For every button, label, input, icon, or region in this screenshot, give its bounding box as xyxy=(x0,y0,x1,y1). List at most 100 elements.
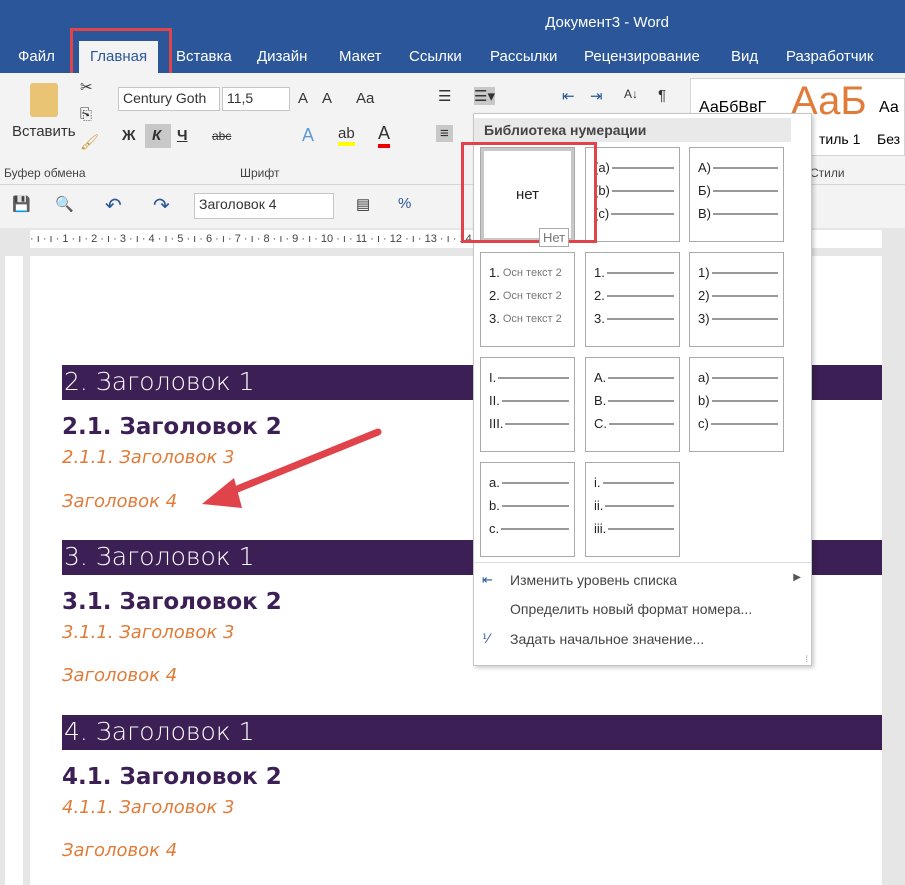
set-value-icon: ⅟ xyxy=(482,631,490,646)
align-left-icon[interactable]: ≡ xyxy=(436,125,453,142)
numbering-format-cell[interactable]: i. ii. iii. xyxy=(585,462,680,557)
format-painter-icon[interactable]: 🖌 xyxy=(80,133,99,151)
heading-3[interactable]: 4.1.1. Заголовок 3 xyxy=(62,797,234,818)
format-line: iii. xyxy=(594,521,674,536)
numbering-format-cell[interactable]: (a) (b) (c) xyxy=(585,147,680,242)
format-line: 3) xyxy=(698,311,778,326)
paste-button[interactable]: Вставить xyxy=(12,123,76,140)
format-line: 3. Осн текст 2 xyxy=(489,311,562,326)
numbering-format-cell[interactable]: A) Б) В) xyxy=(689,147,784,242)
highlight-none-cell xyxy=(461,142,597,243)
shrink-font-icon[interactable]: A xyxy=(322,90,332,107)
increase-indent-icon[interactable]: ⇥ xyxy=(590,87,603,105)
format-line: B. xyxy=(594,393,674,408)
format-line: C. xyxy=(594,416,674,431)
vertical-ruler[interactable] xyxy=(5,256,23,885)
format-line: b) xyxy=(698,393,778,408)
font-group-label: Шрифт xyxy=(240,166,280,180)
format-line: (c) xyxy=(594,206,674,221)
format-line: II. xyxy=(489,393,569,408)
change-case-icon[interactable]: Aa xyxy=(356,90,374,107)
format-line: I. xyxy=(489,370,569,385)
highlight-icon[interactable]: ab xyxy=(338,125,355,146)
print-preview-icon[interactable]: 🔍 xyxy=(55,195,74,213)
tab-view[interactable]: Вид xyxy=(731,48,758,65)
format-line: a. xyxy=(489,475,569,490)
clear-format-icon[interactable]: % xyxy=(398,195,411,212)
strikethrough-button[interactable]: abc xyxy=(212,129,231,143)
decrease-indent-icon[interactable]: ⇤ xyxy=(562,87,575,105)
numbering-format-cell[interactable]: 1. 2. 3. xyxy=(585,252,680,347)
heading-2[interactable]: 4.1. Заголовок 2 xyxy=(62,764,282,790)
tab-references[interactable]: Ссылки xyxy=(409,48,462,65)
list-icon[interactable]: ▤ xyxy=(356,195,370,213)
format-line: III. xyxy=(489,416,569,431)
paste-icon xyxy=(30,83,58,117)
font-size-field[interactable]: 11,5 xyxy=(222,87,290,111)
change-level-icon: ⇤ xyxy=(482,572,493,587)
format-line: В) xyxy=(698,206,778,221)
styles-group-label: Стили xyxy=(810,166,845,180)
style-select[interactable]: Заголовок 4 xyxy=(194,193,334,219)
menu-item-define-format[interactable]: Определить новый формат номера... xyxy=(510,601,752,617)
style-preview[interactable]: Аа xyxy=(879,99,899,117)
numbering-format-cell[interactable]: A. B. C. xyxy=(585,357,680,452)
numbering-format-cell[interactable]: 1) 2) 3) xyxy=(689,252,784,347)
format-line: 2. Осн текст 2 xyxy=(489,288,562,303)
heading-4[interactable]: Заголовок 4 xyxy=(62,840,177,861)
text-effects-icon[interactable]: A xyxy=(302,125,314,146)
heading-1[interactable]: 4. Заголовок 1 xyxy=(62,715,882,750)
show-marks-icon[interactable]: ¶ xyxy=(658,87,666,104)
tab-layout[interactable]: Макет xyxy=(339,48,381,65)
heading-3[interactable]: 3.1.1. Заголовок 3 xyxy=(62,622,234,643)
tab-insert[interactable]: Вставка xyxy=(176,48,232,65)
format-line: 1) xyxy=(698,265,778,280)
format-line: 3. xyxy=(594,311,674,326)
submenu-arrow-icon: ▶ xyxy=(793,572,801,583)
menu-header: Библиотека нумерации xyxy=(474,118,791,142)
format-line: i. xyxy=(594,475,674,490)
format-line: 1. Осн текст 2 xyxy=(489,265,562,280)
heading-4[interactable]: Заголовок 4 xyxy=(62,665,177,686)
italic-button[interactable]: К xyxy=(145,124,171,148)
cut-icon[interactable]: ✂ xyxy=(80,78,93,96)
grow-font-icon[interactable]: A xyxy=(298,90,308,107)
divider xyxy=(474,562,811,563)
format-line: 1. xyxy=(594,265,674,280)
tab-developer[interactable]: Разработчик xyxy=(786,48,873,65)
numbering-icon[interactable]: ☰▾ xyxy=(474,87,495,105)
tab-review[interactable]: Рецензирование xyxy=(584,48,700,65)
tab-mailings[interactable]: Рассылки xyxy=(490,48,557,65)
copy-icon[interactable]: ⎘ xyxy=(80,106,92,123)
sample-text: Осн текст 2 xyxy=(502,289,562,302)
format-line: 2) xyxy=(698,288,778,303)
redo-icon[interactable]: ↷ xyxy=(153,193,170,218)
numbering-format-cell[interactable]: a) b) c) xyxy=(689,357,784,452)
font-color-icon[interactable]: A xyxy=(378,123,391,148)
format-line: A. xyxy=(594,370,674,385)
heading-4[interactable]: Заголовок 4 xyxy=(62,491,177,512)
save-icon[interactable]: 💾 xyxy=(12,195,31,213)
sort-icon[interactable]: А↓ xyxy=(624,87,638,101)
numbering-format-cell[interactable]: I. II. III. xyxy=(480,357,575,452)
resize-grip-icon[interactable]: ⁞ xyxy=(805,654,808,664)
sample-text: Осн текст 2 xyxy=(502,266,562,279)
bullets-icon[interactable]: ☰ xyxy=(438,87,451,105)
bold-button[interactable]: Ж xyxy=(122,127,136,144)
format-line: c. xyxy=(489,521,569,536)
font-name-field[interactable]: Century Goth xyxy=(118,87,220,111)
menu-item-set-value[interactable]: Задать начальное значение... xyxy=(510,631,704,647)
clipboard-group-label: Буфер обмена xyxy=(4,166,86,180)
format-line: ii. xyxy=(594,498,674,513)
format-line: A) xyxy=(698,160,778,175)
undo-icon[interactable]: ↶ xyxy=(105,193,122,218)
menu-item-change-level[interactable]: Изменить уровень списка xyxy=(510,572,677,588)
style-name: Без xyxy=(877,131,901,147)
heading-2[interactable]: 3.1. Заголовок 2 xyxy=(62,589,282,615)
numbering-format-cell[interactable]: a. b. c. xyxy=(480,462,575,557)
tab-file[interactable]: Файл xyxy=(18,48,55,65)
underline-button[interactable]: Ч xyxy=(177,127,188,144)
tab-design[interactable]: Дизайн xyxy=(257,48,307,65)
numbering-format-cell[interactable]: 1. Осн текст 2 2. Осн текст 2 3. Осн текст 2 xyxy=(480,252,575,347)
sample-text: Осн текст 2 xyxy=(502,312,562,325)
